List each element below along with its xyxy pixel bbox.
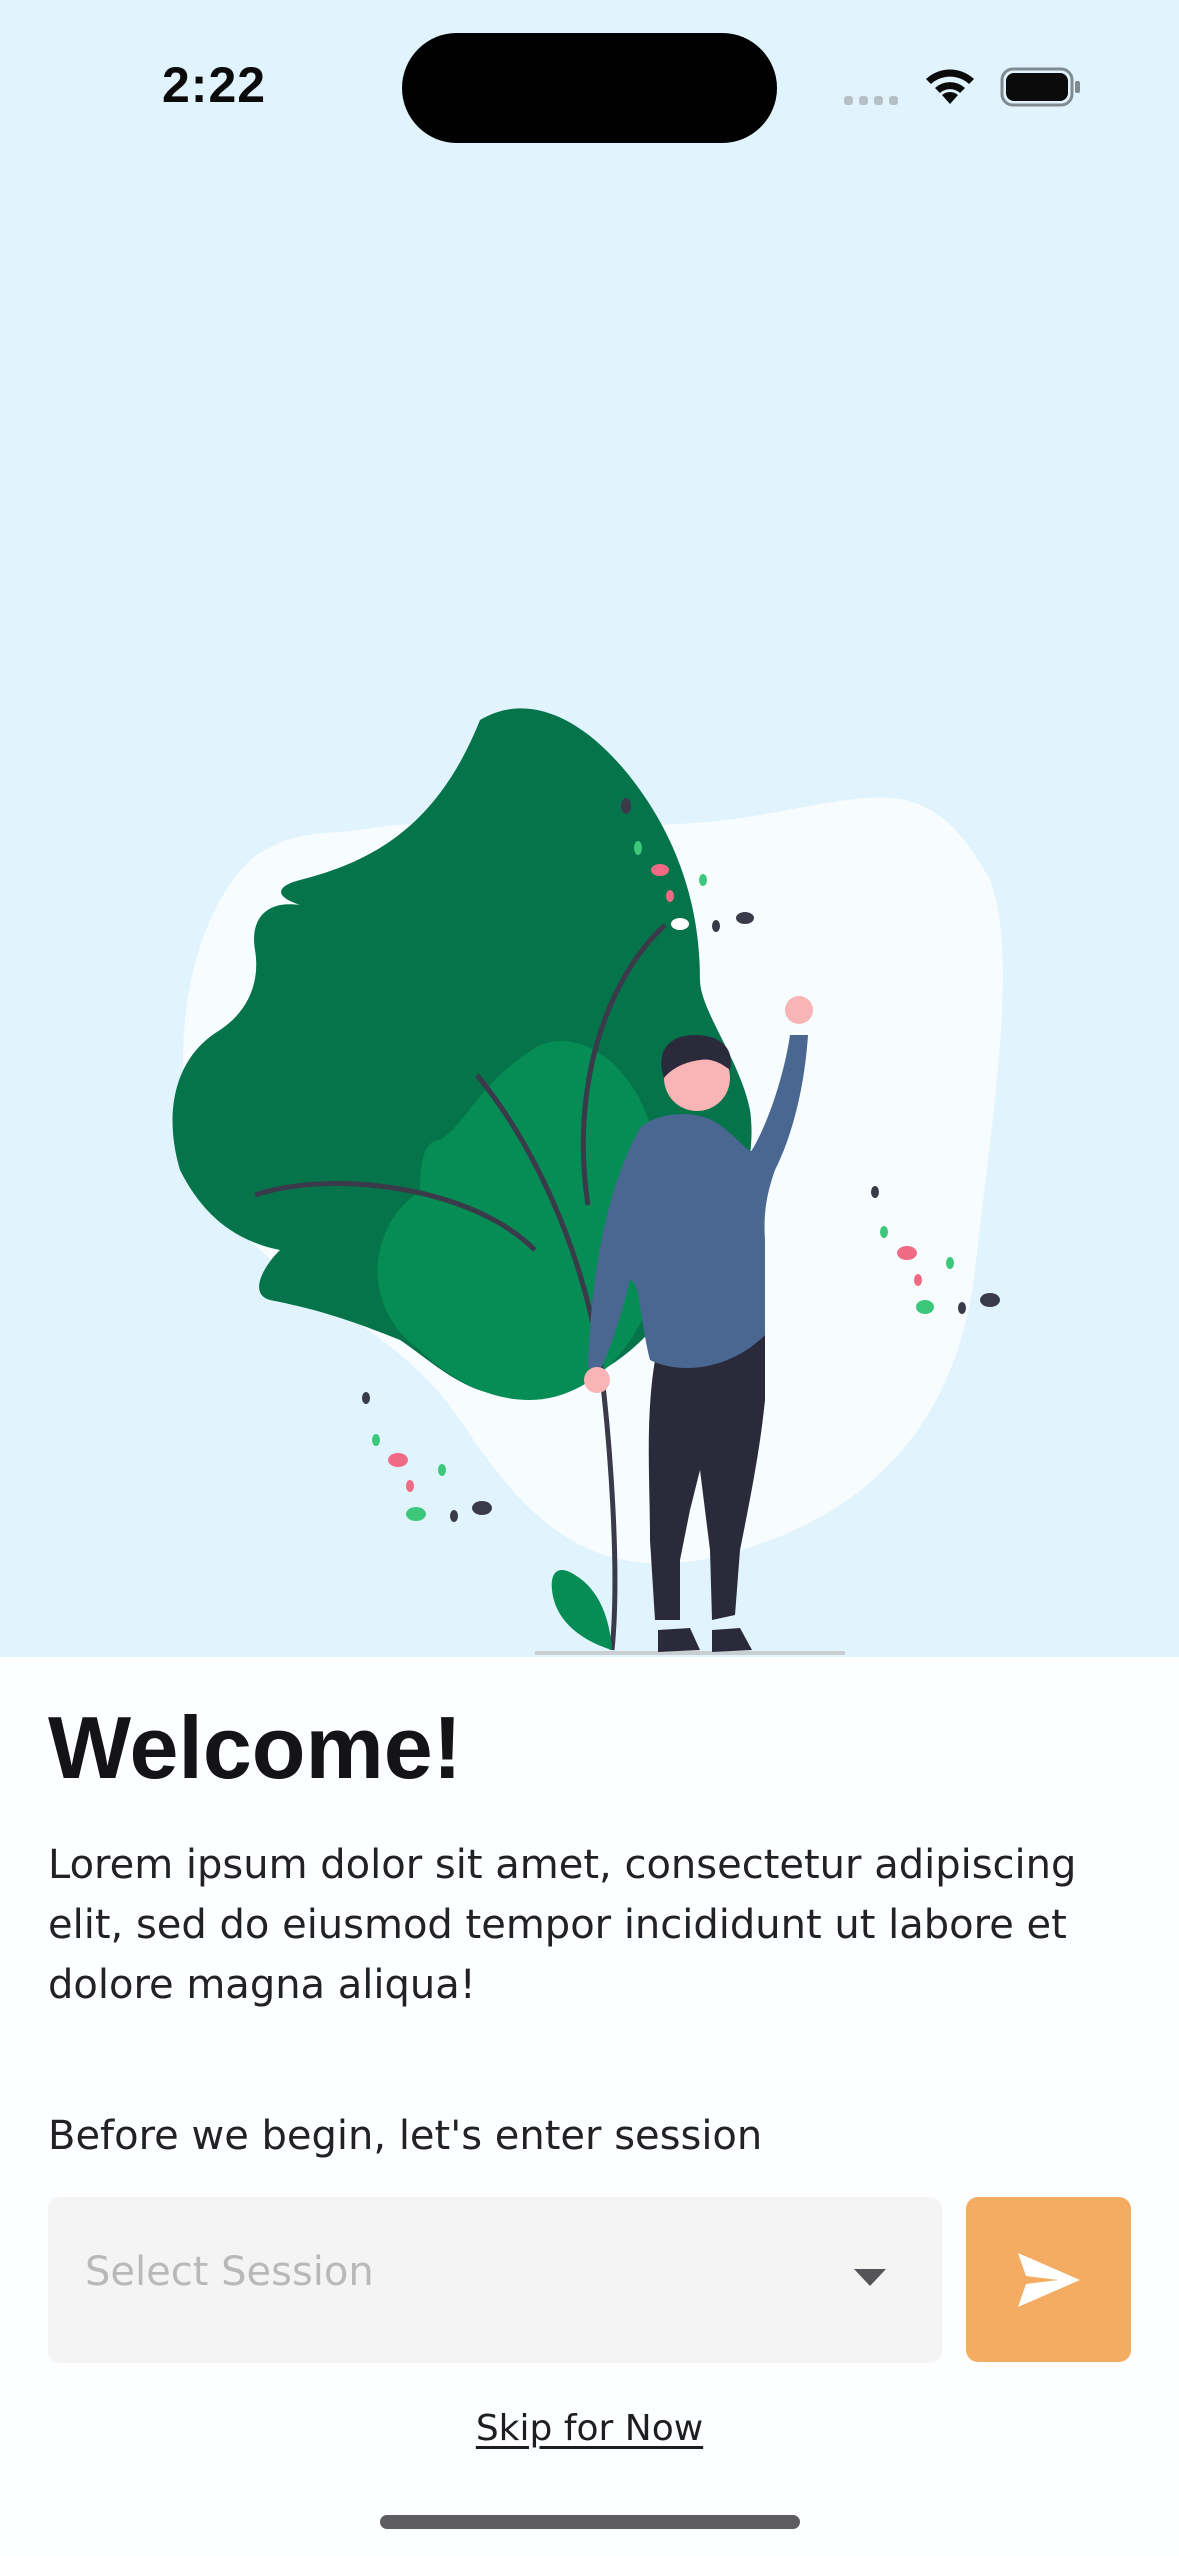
- person-shoe: [712, 1628, 752, 1652]
- welcome-title: Welcome!: [48, 1698, 463, 1797]
- skip-for-now-link[interactable]: Skip for Now: [0, 2408, 1179, 2449]
- person-hand: [584, 1367, 610, 1393]
- person-legs: [648, 1335, 765, 1620]
- status-bar: 2:22: [0, 0, 1179, 170]
- session-placeholder: Select Session: [85, 2249, 374, 2295]
- welcome-description: Lorem ipsum dolor sit amet, consectetur …: [48, 1842, 1077, 2008]
- battery-icon: [1000, 67, 1080, 107]
- ground-leaf: [551, 1570, 612, 1650]
- status-time: 2:22: [162, 57, 267, 113]
- caret-down-icon: [854, 2269, 886, 2286]
- session-dropdown[interactable]: Select Session: [48, 2197, 942, 2363]
- session-label: Before we begin, let's enter session: [48, 2113, 763, 2159]
- send-arrow-icon: [1017, 2252, 1080, 2307]
- person-shoe: [658, 1628, 700, 1652]
- dynamic-island: [402, 33, 777, 143]
- wifi-icon: [926, 69, 974, 104]
- skip-label[interactable]: Skip for Now: [476, 2408, 703, 2449]
- cellular-signal-icon: [844, 96, 898, 105]
- welcome-illustration: [172, 708, 1003, 1655]
- submit-session-button[interactable]: [966, 2197, 1131, 2362]
- home-indicator[interactable]: [380, 2515, 800, 2529]
- person-hand: [785, 996, 813, 1024]
